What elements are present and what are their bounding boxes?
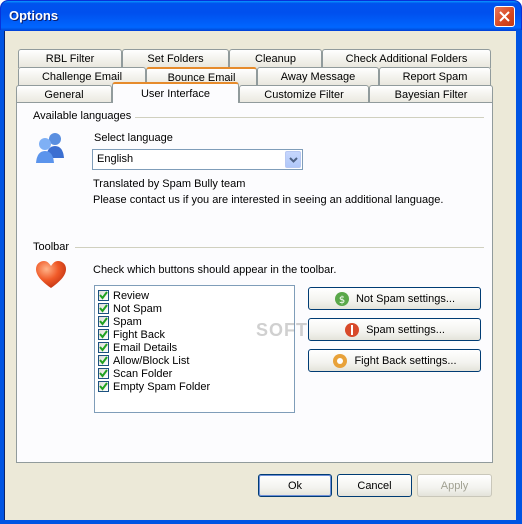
- tab-label: Customize Filter: [264, 89, 344, 101]
- toolbar-buttons-list[interactable]: Review Not Spam Spam Fight Back Email De…: [94, 285, 295, 413]
- checkbox-email-details[interactable]: Email Details: [98, 341, 177, 354]
- checkbox[interactable]: [98, 290, 109, 301]
- checkbox[interactable]: [98, 316, 109, 327]
- checkbox-fight-back[interactable]: Fight Back: [98, 328, 165, 341]
- spam-icon: [345, 322, 360, 337]
- window-frame-bottom: [0, 520, 522, 524]
- button-label: Cancel: [357, 479, 392, 492]
- language-selected: English: [97, 153, 134, 165]
- tab-label: Set Folders: [147, 53, 204, 65]
- checkbox[interactable]: [98, 342, 109, 353]
- checkbox-label: Empty Spam Folder: [113, 380, 211, 393]
- select-language-label: Select language: [94, 132, 173, 144]
- button-label: Not Spam settings...: [355, 292, 456, 305]
- checkbox-label: Email Details: [113, 341, 178, 354]
- toolbar-instruction: Check which buttons should appear in the…: [93, 264, 337, 276]
- checkbox-label: Not Spam: [113, 302, 162, 315]
- chevron-down-icon: [288, 156, 298, 163]
- tab-set-folders[interactable]: Set Folders: [122, 49, 229, 68]
- title-bar[interactable]: Options: [1, 1, 521, 31]
- language-dropdown[interactable]: English: [92, 149, 303, 170]
- not-spam-settings-button[interactable]: $ Not Spam settings...: [308, 287, 481, 310]
- checkbox-label: Allow/Block List: [113, 354, 190, 367]
- tab-away-message[interactable]: Away Message: [257, 67, 379, 86]
- heart-icon: [36, 261, 66, 288]
- ok-button[interactable]: Ok: [258, 474, 332, 497]
- tab-report-spam[interactable]: Report Spam: [379, 67, 491, 86]
- window-frame-right: [516, 30, 522, 524]
- checkmark-icon: [99, 343, 108, 352]
- checkbox-review[interactable]: Review: [98, 289, 149, 302]
- apply-button[interactable]: Apply: [417, 474, 492, 497]
- group-divider: [75, 247, 484, 248]
- users-icon: [36, 133, 64, 163]
- tab-user-interface[interactable]: User Interface: [112, 82, 239, 103]
- tab-label: RBL Filter: [45, 53, 95, 65]
- window-frame-left: [0, 30, 4, 524]
- tab-label: User Interface: [140, 87, 211, 100]
- fight-back-settings-button[interactable]: Fight Back settings...: [308, 349, 481, 372]
- checkmark-icon: [99, 369, 108, 378]
- button-label: Apply: [440, 479, 469, 492]
- checkbox[interactable]: [98, 303, 109, 314]
- checkbox[interactable]: [98, 355, 109, 366]
- tab-label: Report Spam: [402, 71, 468, 83]
- checkmark-icon: [99, 304, 108, 313]
- tab-label: Check Additional Folders: [345, 53, 468, 65]
- checkmark-icon: [99, 291, 108, 300]
- checkmark-icon: [99, 317, 108, 326]
- contact-note-text: Please contact us if you are interested …: [93, 194, 444, 206]
- checkmark-icon: [99, 330, 108, 339]
- checkbox-label: Review: [113, 289, 150, 302]
- tab-label: General: [44, 89, 84, 101]
- tab-label: Away Message: [280, 71, 356, 83]
- tab-rbl-filter[interactable]: RBL Filter: [18, 49, 122, 68]
- checkbox[interactable]: [98, 329, 109, 340]
- button-label: Fight Back settings...: [354, 354, 457, 367]
- close-icon: [499, 11, 510, 22]
- close-button[interactable]: [494, 6, 515, 27]
- fight-back-icon: [333, 353, 348, 368]
- checkbox[interactable]: [98, 381, 109, 392]
- checkbox-label: Fight Back: [113, 328, 165, 341]
- checkbox-scan-folder[interactable]: Scan Folder: [98, 367, 172, 380]
- checkmark-icon: [99, 356, 108, 365]
- options-window: Options RBL Filter Set Folders Cleanup C…: [0, 0, 522, 524]
- checkbox-label: Spam: [113, 315, 142, 328]
- checkbox-label: Scan Folder: [113, 367, 173, 380]
- checkbox-empty-spam-folder[interactable]: Empty Spam Folder: [98, 380, 210, 393]
- dialog-body: RBL Filter Set Folders Cleanup Check Add…: [5, 31, 517, 521]
- button-label: Ok: [287, 479, 303, 492]
- checkbox[interactable]: [98, 368, 109, 379]
- checkbox-allow-block-list[interactable]: Allow/Block List: [98, 354, 189, 367]
- not-spam-icon: $: [334, 291, 349, 306]
- group-label-languages: Available languages: [33, 110, 136, 122]
- button-label: Spam settings...: [366, 323, 445, 336]
- tab-label: Bayesian Filter: [394, 89, 468, 101]
- checkmark-icon: [99, 382, 108, 391]
- dropdown-button[interactable]: [285, 151, 301, 168]
- spam-settings-button[interactable]: Spam settings...: [308, 318, 481, 341]
- tab-check-additional-folders[interactable]: Check Additional Folders: [322, 49, 491, 68]
- translated-by-text: Translated by Spam Bully team: [93, 178, 246, 190]
- tab-cleanup[interactable]: Cleanup: [229, 49, 322, 68]
- svg-text:$: $: [339, 295, 345, 306]
- checkbox-not-spam[interactable]: Not Spam: [98, 302, 162, 315]
- tab-label: Challenge Email: [41, 71, 123, 83]
- group-divider: [134, 117, 484, 118]
- checkbox-spam[interactable]: Spam: [98, 315, 142, 328]
- cancel-button[interactable]: Cancel: [337, 474, 412, 497]
- window-title: Options: [9, 8, 59, 23]
- tab-label: Cleanup: [255, 53, 296, 65]
- group-label-toolbar: Toolbar: [33, 241, 74, 253]
